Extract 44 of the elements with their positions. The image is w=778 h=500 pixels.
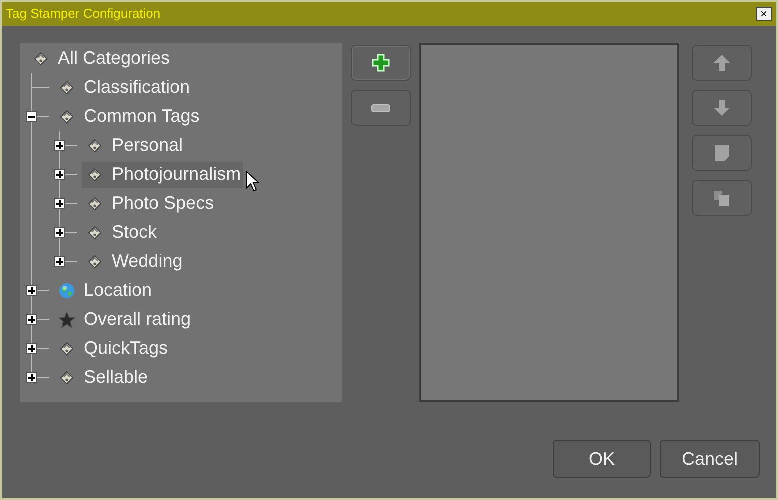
down-arrow-icon — [712, 98, 732, 118]
tree-item[interactable]: Photo Specs — [82, 190, 216, 216]
list-box[interactable] — [419, 43, 679, 402]
tag-icon — [86, 136, 104, 154]
window-title: Tag Stamper Configuration — [6, 5, 161, 24]
dialog-button[interactable]: OK — [553, 440, 651, 478]
tree-item[interactable]: All Categories — [28, 46, 172, 72]
close-button[interactable]: × — [756, 7, 772, 21]
plus-icon — [370, 53, 391, 73]
star-icon — [58, 310, 76, 328]
expand-toggle[interactable] — [54, 169, 65, 180]
tree-item[interactable]: Location — [54, 278, 154, 304]
tree-item[interactable]: Stock — [82, 220, 160, 246]
dialog-button[interactable]: Cancel — [660, 440, 760, 478]
expand-toggle[interactable] — [26, 285, 37, 296]
collapse-toggle[interactable] — [26, 111, 37, 122]
tag-icon — [86, 252, 104, 270]
tree-item[interactable]: Personal — [82, 132, 186, 158]
expand-toggle[interactable] — [54, 198, 65, 209]
tag-icon — [58, 78, 76, 96]
expand-toggle[interactable] — [26, 314, 37, 325]
tree-item[interactable]: Common Tags — [54, 104, 202, 130]
tree-item[interactable]: Photojournalism — [82, 162, 244, 188]
tree-item[interactable]: Classification — [54, 74, 192, 100]
globe-icon — [58, 282, 76, 300]
tree-item[interactable]: Wedding — [82, 248, 185, 274]
tag-icon — [58, 108, 76, 126]
expand-toggle[interactable] — [54, 227, 65, 238]
up-arrow-icon — [712, 53, 732, 73]
expand-toggle[interactable] — [54, 140, 65, 151]
tag-icon — [58, 368, 76, 386]
tag-icon — [86, 194, 104, 212]
tree-item[interactable]: Sellable — [54, 364, 150, 390]
expand-toggle[interactable] — [26, 343, 37, 354]
tag-icon — [86, 224, 104, 242]
mouse-pointer-icon — [246, 170, 260, 192]
tree-item[interactable]: Overall rating — [54, 306, 194, 332]
tag-icon — [32, 50, 50, 68]
tree-item[interactable]: QuickTags — [54, 336, 170, 362]
tag-icon — [86, 166, 104, 184]
tag-icon — [58, 340, 76, 358]
add-button[interactable] — [350, 45, 411, 81]
expand-toggle[interactable] — [26, 372, 37, 383]
expand-toggle[interactable] — [54, 256, 65, 267]
